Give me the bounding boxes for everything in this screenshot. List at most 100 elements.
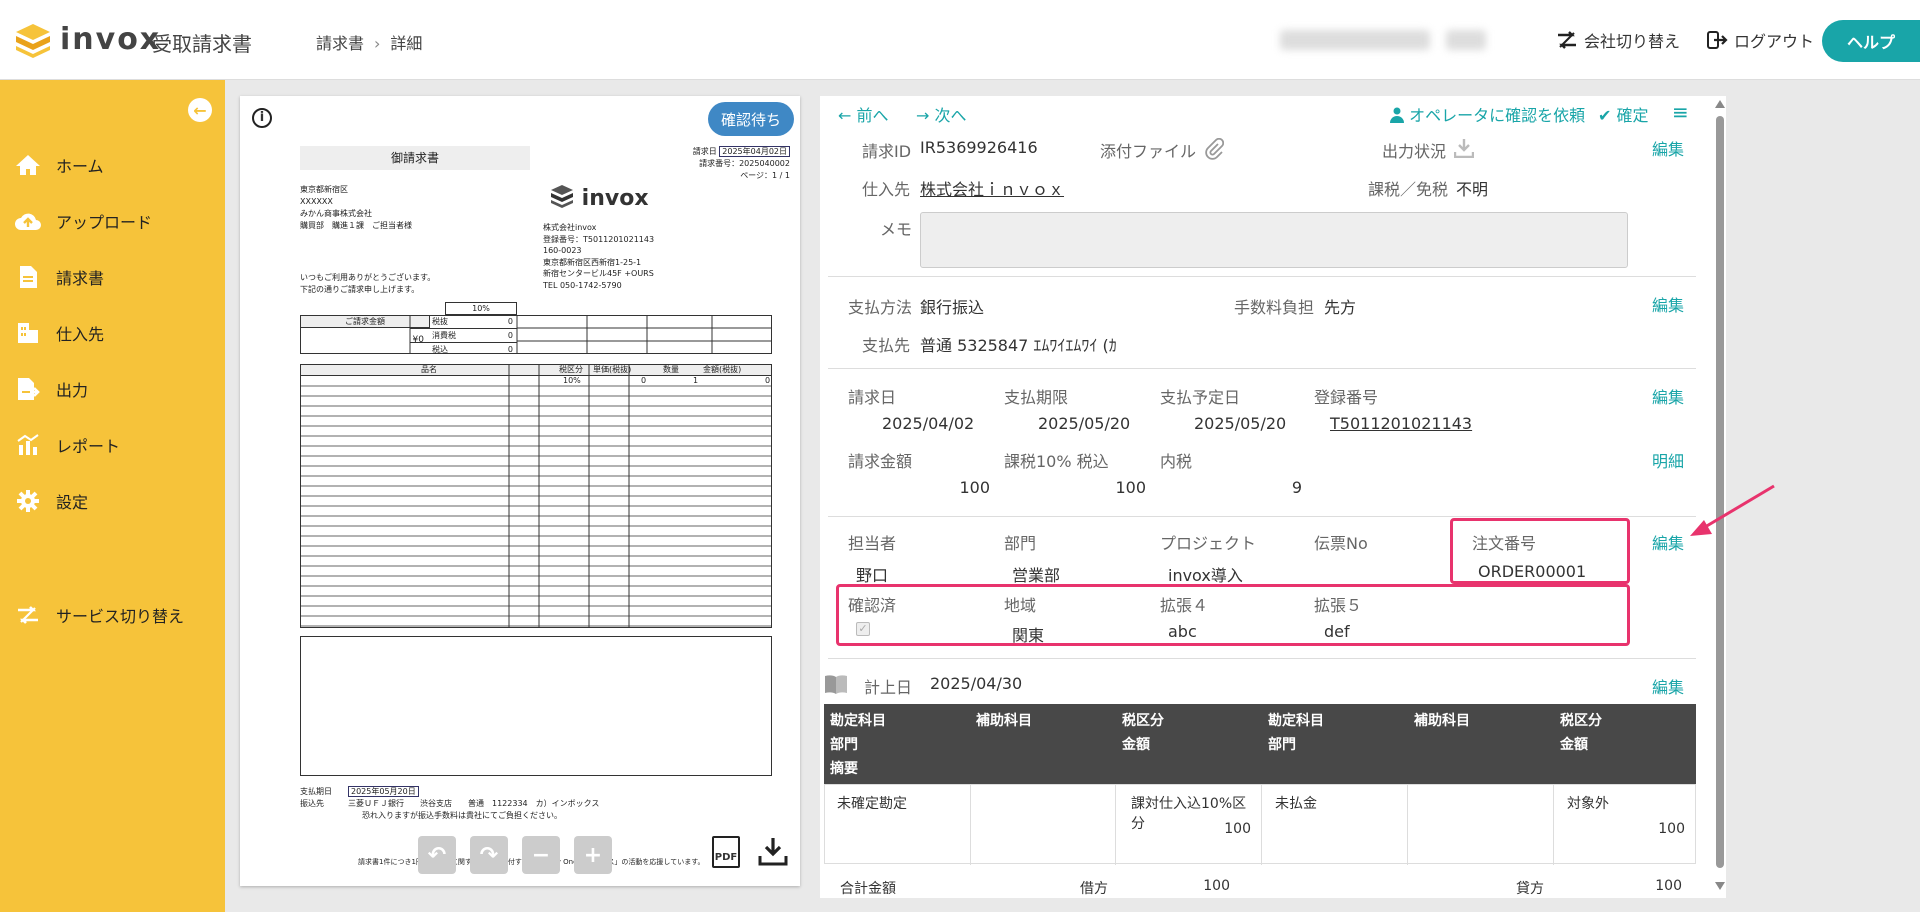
debit-total: 100 <box>1203 878 1230 894</box>
sidebar-item-upload[interactable]: アップロード <box>14 208 152 234</box>
doc-page: ページ：1 / 1 <box>740 171 790 180</box>
confirm-button[interactable]: ✔ 確定 <box>1598 102 1649 126</box>
col-header-debit-tax: 税区分 <box>1122 713 1164 729</box>
breadcrumb-invoices[interactable]: 請求書 <box>316 34 364 53</box>
col-header-debit-sub: 補助科目 <box>976 713 1032 729</box>
status-badge: 確認待ち <box>708 102 794 136</box>
edit-payment-button[interactable]: 編集 <box>1652 292 1684 316</box>
journal-credit-account: 未払金 <box>1275 796 1317 812</box>
logo-box-icon <box>16 24 50 58</box>
prev-button[interactable]: ← 前へ <box>838 102 889 126</box>
home-icon <box>14 152 42 178</box>
export-icon <box>14 376 42 402</box>
registration-number-link[interactable]: T5011201021143 <box>1330 414 1472 433</box>
inner-tax-label: 内税 <box>1160 452 1193 471</box>
line-items-link[interactable]: 明細 <box>1652 448 1684 472</box>
journal-credit-tax: 対象外 <box>1567 796 1609 812</box>
col-header-debit-account: 勘定科目 <box>830 713 886 729</box>
sidebar-item-export[interactable]: 出力 <box>14 376 88 402</box>
scroll-up-arrow[interactable] <box>1715 100 1725 108</box>
arrow-left-icon: ← <box>193 100 207 120</box>
due-date-value: 2025/05/20 <box>1038 414 1131 433</box>
divider <box>1261 785 1262 865</box>
scroll-down-arrow[interactable] <box>1715 882 1725 890</box>
sidebar-item-settings[interactable]: 設定 <box>14 488 88 514</box>
memo-textarea[interactable] <box>920 212 1628 268</box>
tax-type-value: 不明 <box>1456 180 1489 199</box>
blurred-company-name <box>1280 30 1430 50</box>
doc-line: いつもご利用ありがとうございます。 <box>300 273 436 282</box>
switch-icon <box>1558 31 1576 49</box>
logout-label: ログアウト <box>1734 32 1815 51</box>
doc-date: 2025年04月02日 <box>719 146 790 157</box>
invoice-id-value: IR5369926416 <box>920 138 1038 157</box>
journal-debit-account: 未確定勘定 <box>837 796 907 812</box>
department-label: 部門 <box>1004 534 1037 553</box>
output-status-label: 出力状況 <box>1382 142 1447 161</box>
doc-date-label: 請求日 <box>692 147 717 156</box>
tax-type-label: 課税／免税 <box>1368 180 1449 199</box>
blurred-user-name <box>1446 30 1486 50</box>
switch-company-button[interactable]: 会社切り替え <box>1556 28 1680 52</box>
collapse-sidebar-button[interactable]: ← <box>188 98 212 122</box>
doc-line: TEL 050-1742-5790 <box>543 280 622 290</box>
payee-label: 支払先 <box>862 336 911 355</box>
annotation-arrow-icon <box>1690 484 1775 536</box>
doc-number: 請求番号：2025040002 <box>699 159 790 168</box>
sidebar-item-vendors[interactable]: 仕入先 <box>14 320 104 346</box>
download-status-icon <box>1454 139 1474 158</box>
doc-summary-grid <box>409 315 772 354</box>
doc-greeting: いつもご利用ありがとうございます。 下記の通りご請求申し上げます。 <box>300 272 435 296</box>
payment-method-value: 銀行振込 <box>920 298 985 317</box>
col-header-credit-dept: 部門 <box>1268 737 1296 753</box>
logout-button[interactable]: ログアウト <box>1706 28 1814 52</box>
amount-label: 請求金額 <box>848 452 913 471</box>
service-switch-button[interactable]: サービス切り替え <box>14 602 184 628</box>
zoom-out-icon[interactable]: − <box>522 836 560 874</box>
pdf-icon[interactable]: PDF <box>712 836 740 868</box>
sidebar-item-report[interactable]: レポート <box>14 432 120 458</box>
doc-payment-info: 支払期日 2025年05月20日 振込先 三菱ＵＦＪ銀行 渋谷支店 普通 112… <box>300 786 599 822</box>
divider <box>1407 785 1408 865</box>
doc-line: 東京都新宿区西新宿1-25-1 <box>543 257 642 267</box>
journal-row[interactable]: 未確定勘定 課対仕入込10%区分 100 未払金 対象外 100 <box>824 784 1696 865</box>
rotate-left-icon[interactable]: ↶ <box>418 836 456 874</box>
vendor-label: 仕入先 <box>862 180 911 199</box>
doc-items-table: 品名 税区分 単価(税抜) 数量 金額(税抜) 10% 0 1 0 <box>300 364 772 628</box>
switch-icon <box>14 602 42 628</box>
person-value: 野口 <box>856 566 889 585</box>
next-button[interactable]: → 次へ <box>916 102 967 126</box>
department-value: 営業部 <box>1012 566 1061 585</box>
invoice-date-value: 2025/04/02 <box>882 414 975 433</box>
info-icon[interactable]: i <box>252 108 272 128</box>
doc-pay-label: 支払期日 <box>300 787 332 796</box>
menu-icon[interactable]: ≡ <box>1672 100 1689 124</box>
invoice-id-label: 請求ID <box>862 142 912 161</box>
request-confirm-button[interactable]: オペレータに確認を依頼 <box>1390 102 1585 126</box>
doc-bank-line: 三菱ＵＦＪ銀行 渋谷支店 普通 1122334 カ）インボックス <box>348 799 600 808</box>
edit-journal-button[interactable]: 編集 <box>1652 674 1684 698</box>
rotate-right-icon[interactable]: ↷ <box>470 836 508 874</box>
chevron-right-icon: › <box>374 34 381 53</box>
zoom-in-icon[interactable]: + <box>574 836 612 874</box>
vendor-link[interactable]: 株式会社ｉｎｖｏｘ <box>920 176 1064 200</box>
paperclip-icon[interactable] <box>1204 138 1224 160</box>
edit-attributes-button[interactable]: 編集 <box>1652 530 1684 554</box>
col-header-credit-account: 勘定科目 <box>1268 713 1324 729</box>
download-icon[interactable] <box>758 836 788 866</box>
memo-label: メモ <box>880 220 913 239</box>
payee-value: 普通 5325847 ｴﾑﾜｲｴﾑﾜｲ (ｶ <box>920 336 1117 355</box>
arrow-right-icon: → <box>916 106 930 125</box>
help-button[interactable]: ヘルプ <box>1822 20 1920 62</box>
doc-meta: 請求日 2025年04月02日 請求番号：2025040002 ページ：1 / … <box>670 146 790 182</box>
doc-line: XXXXXX <box>300 197 333 206</box>
fee-label: 手数料負担 <box>1234 298 1315 317</box>
highlight-extension-fields <box>836 584 1630 646</box>
preview-toolbar: ↶ ↷ − + <box>418 836 612 874</box>
sidebar-item-home[interactable]: ホーム <box>14 152 104 178</box>
doc-line: 160-0023 <box>543 246 582 255</box>
edit-basic-button[interactable]: 編集 <box>1652 136 1684 160</box>
edit-dates-button[interactable]: 編集 <box>1652 384 1684 408</box>
sidebar-item-invoices[interactable]: 請求書 <box>14 264 104 290</box>
next-label: 次へ <box>934 106 967 125</box>
